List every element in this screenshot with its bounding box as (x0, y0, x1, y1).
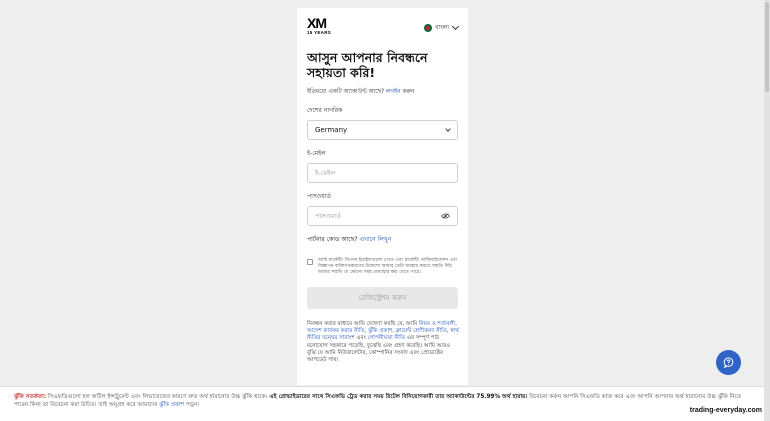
scrollbar-thumb[interactable] (765, 2, 769, 92)
risk-text: পড়ুন। (184, 402, 200, 408)
language-label: বাংলা (435, 24, 449, 31)
risk-bold-text: এই প্রোভাইডারের সাথে সিএফডি ট্রেড করার স… (269, 394, 528, 400)
legal-text: নিবন্ধন করার মাধ্যমে আমি ঘোষণা করছি যে, … (307, 320, 419, 327)
password-label: পাসওয়ার্ড (307, 193, 331, 200)
login-prompt: ইতিমধ্যে একটি অ্যাকাউন্ট আছে? লগইন করুন (307, 87, 458, 97)
chat-button[interactable] (716, 350, 741, 375)
consent-text: আমি মার্কেটিং বিপণন ইমেইলগুলো পেতে এবং ম… (318, 258, 458, 276)
legal-text: , (455, 320, 457, 327)
chevron-down-icon (445, 125, 451, 132)
card-header: XM 15 YEARS বাংলা (307, 16, 460, 46)
chat-bubble-icon (723, 353, 734, 372)
risk-disclosure-banner-link[interactable]: ঝুঁকি প্রকাশ (159, 402, 184, 408)
email-field-wrapper (307, 163, 458, 183)
register-button[interactable]: রেজিস্ট্রেশন করুন (307, 286, 458, 309)
legal-declaration: নিবন্ধন করার মাধ্যমে আমি ঘোষণা করছি যে, … (307, 321, 459, 365)
risk-warning-label: ঝুঁকি সতর্কতা: (14, 394, 47, 400)
marketing-consent: আমি মার্কেটিং বিপণন ইমেইলগুলো পেতে এবং ম… (307, 258, 458, 277)
risk-disclosure-link[interactable]: ঝুঁকি প্রকাশ (368, 328, 392, 334)
order-execution-link[interactable]: আদেশ কার্যকর করার নীতি (307, 328, 365, 334)
registration-card: XM 15 YEARS বাংলা আসুন আপনার নিবন্ধনে সহ… (297, 8, 468, 385)
chevron-down-icon (451, 22, 460, 30)
password-field[interactable] (315, 212, 435, 220)
country-select[interactable]: Germany (307, 120, 458, 140)
language-selector[interactable]: বাংলা (424, 22, 460, 33)
email-label: ই-মেইল (307, 150, 326, 157)
password-field-wrapper (307, 206, 458, 226)
partner-code-link[interactable]: এখানে লিখুন (359, 236, 391, 243)
page-scrollbar[interactable] (764, 0, 770, 421)
login-suffix: করুন (402, 89, 415, 95)
bangladesh-flag-icon (424, 23, 433, 32)
client-categorization-link[interactable]: ক্লায়েন্ট শ্রেণীকরণ নীতি (396, 328, 447, 334)
email-field[interactable] (315, 169, 435, 177)
terms-link[interactable]: নিয়ম ও শর্তাবলী (419, 321, 455, 327)
privacy-policy-link[interactable]: গোপনীয়তা নীতি (368, 335, 405, 341)
eye-off-icon[interactable] (441, 213, 450, 219)
country-label: দেশের নাগরিক (307, 107, 343, 114)
xm-logo[interactable]: XM 15 YEARS (307, 16, 335, 36)
country-value: Germany (315, 126, 348, 134)
risk-warning-banner: ঝুঁকি সতর্কতা: সিএফডিগুলো হল জটিল ইন্সট্… (0, 386, 764, 421)
logo-sub: 15 YEARS (307, 30, 332, 35)
risk-text: সিএফডিগুলো হল জটিল ইন্সট্রুমেন্ট এবং লিভ… (46, 394, 270, 400)
legal-text: এবং (354, 335, 368, 342)
login-prompt-text: ইতিমধ্যে একটি অ্যাকাউন্ট আছে? (307, 89, 385, 95)
partner-prompt-text: পার্টনার কোড আছে? (307, 236, 358, 243)
watermark: trading-everyday.com (689, 407, 762, 414)
marketing-consent-checkbox[interactable] (307, 259, 313, 265)
page-title: আসুন আপনার নিবন্ধনে সহায়তা করি! (307, 50, 428, 80)
login-link[interactable]: লগইন (386, 89, 401, 95)
partner-code-prompt: পার্টনার কোড আছে? এখানে লিখুন (307, 234, 458, 245)
logo-main: XM (307, 15, 327, 31)
